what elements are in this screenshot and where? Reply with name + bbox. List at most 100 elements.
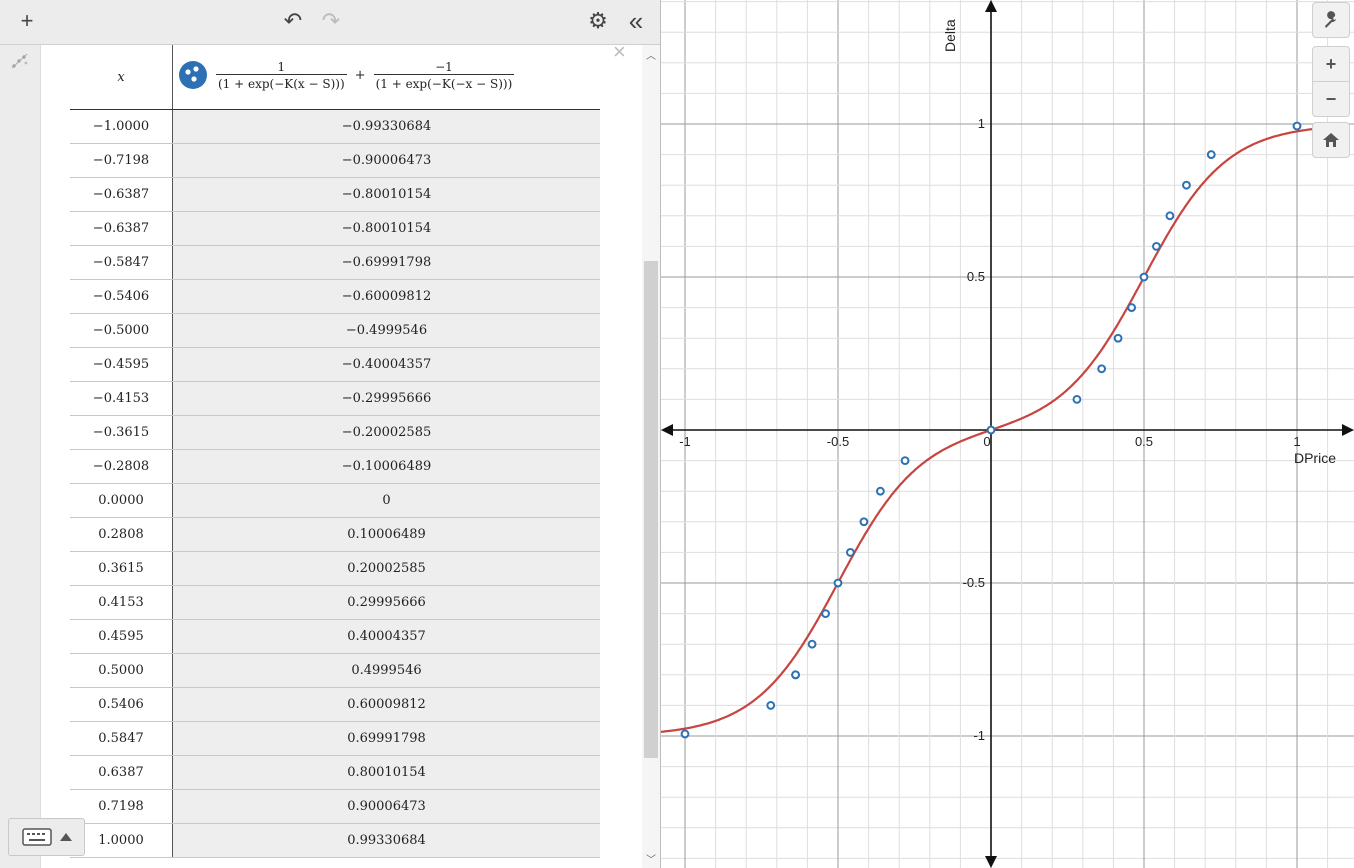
x-cell[interactable]: −0.5406 xyxy=(70,279,173,314)
x-cell[interactable]: −0.2808 xyxy=(70,449,173,484)
y-cell: −0.60009812 xyxy=(172,279,600,314)
data-point[interactable] xyxy=(791,670,800,680)
collapse-panel-icon[interactable]: « xyxy=(622,6,650,36)
data-point[interactable] xyxy=(766,701,776,710)
x-cell[interactable]: −0.4595 xyxy=(70,347,173,382)
zoom-out-button[interactable]: − xyxy=(1312,81,1350,117)
graph-settings-button[interactable] xyxy=(1312,2,1350,38)
y-cell: −0.90006473 xyxy=(172,143,600,178)
add-item-icon[interactable]: + xyxy=(12,6,42,36)
table-row: 0.5000 0.4999546 xyxy=(70,653,600,688)
data-point[interactable] xyxy=(807,639,817,649)
x-cell[interactable]: −1.0000 xyxy=(70,109,173,144)
x-cell[interactable]: −0.5000 xyxy=(70,313,173,348)
panel-scrollbar[interactable]: ︿ ﹀ xyxy=(642,45,660,868)
panel-toolbar: + ↶ ↷ ⚙ « xyxy=(0,0,660,45)
data-point[interactable] xyxy=(900,456,910,466)
data-point[interactable] xyxy=(821,609,830,619)
data-point[interactable] xyxy=(1152,241,1161,251)
y-column-header[interactable]: 1 (1 + exp(−K(x − S))) + −1 (1 + exp(−K(−x… xyxy=(172,45,600,110)
scrollbar-thumb[interactable] xyxy=(644,261,658,758)
x-cell[interactable]: 0.6387 xyxy=(70,755,173,790)
row-gutter xyxy=(0,45,41,868)
x-cell[interactable]: 0.7198 xyxy=(70,789,173,824)
points-style-icon[interactable] xyxy=(178,60,208,90)
x-cell[interactable]: −0.5847 xyxy=(70,245,173,280)
scroll-up-icon[interactable]: ︿ xyxy=(646,47,656,62)
y-cell: 0 xyxy=(172,483,600,518)
y-cell: 0.29995666 xyxy=(172,585,600,620)
x-cell[interactable]: 1.0000 xyxy=(70,823,173,858)
expression-term-1: 1 (1 + exp(−K(x − S))) xyxy=(216,59,347,91)
redo-icon[interactable]: ↷ xyxy=(316,6,346,36)
table-row: 0.5406 0.60009812 xyxy=(70,687,600,722)
x-cell[interactable]: 0.2808 xyxy=(70,517,173,552)
y-cell: 0.20002585 xyxy=(172,551,600,586)
y-tick-label: 1 xyxy=(978,116,985,131)
undo-icon[interactable]: ↶ xyxy=(278,6,308,36)
x-cell[interactable]: 0.5000 xyxy=(70,653,173,688)
x-cell[interactable]: −0.7198 xyxy=(70,143,173,178)
y-cell: −0.69991798 xyxy=(172,245,600,280)
delete-table-icon[interactable]: × xyxy=(613,39,626,65)
y-cell: −0.40004357 xyxy=(172,347,600,382)
sigmoid-curve[interactable] xyxy=(661,125,1350,733)
zoom-in-button[interactable]: + xyxy=(1312,46,1350,82)
data-table: x 1 (1 + exp(−K(x − S))) + −1 (1 + exp(−K(… xyxy=(70,45,600,858)
data-point[interactable] xyxy=(986,425,996,435)
y-cell: −0.80010154 xyxy=(172,211,600,246)
x-cell[interactable]: −0.6387 xyxy=(70,211,173,246)
data-point[interactable] xyxy=(845,548,855,557)
table-area: x 1 (1 + exp(−K(x − S))) + −1 (1 + exp(−K(… xyxy=(40,45,642,868)
y-tick-label: 0.5 xyxy=(967,269,985,284)
data-point[interactable] xyxy=(1165,211,1175,221)
expression-term-2: −1 (1 + exp(−K(−x − S))) xyxy=(373,59,515,91)
data-point[interactable] xyxy=(1127,303,1137,312)
x-tick-label: 0 xyxy=(983,434,990,449)
x-cell[interactable]: 0.5847 xyxy=(70,721,173,756)
x-cell[interactable]: 0.5406 xyxy=(70,687,173,722)
y-cell: −0.29995666 xyxy=(172,381,600,416)
x-cell[interactable]: 0.0000 xyxy=(70,483,173,518)
data-point[interactable] xyxy=(1292,121,1302,131)
table-row: 0.4595 0.40004357 xyxy=(70,619,600,654)
data-point[interactable] xyxy=(1182,180,1191,190)
keyboard-icon xyxy=(21,828,52,846)
x-cell[interactable]: −0.3615 xyxy=(70,415,173,450)
x-tick-label: 0.5 xyxy=(1135,434,1153,449)
graph-canvas[interactable]: -1 -0.5 0 0.5 1 1 0.5 -0.5 -1 DPrice Delta xyxy=(661,0,1354,868)
x-cell[interactable]: −0.6387 xyxy=(70,177,173,212)
table-row: 0.2808 0.10006489 xyxy=(70,517,600,552)
scroll-down-icon[interactable]: ﹀ xyxy=(646,851,656,866)
y-cell: 0.40004357 xyxy=(172,619,600,654)
data-point[interactable] xyxy=(680,729,690,739)
x-cell[interactable]: −0.4153 xyxy=(70,381,173,416)
data-point[interactable] xyxy=(1113,333,1123,343)
x-axis-label: DPrice xyxy=(1294,450,1336,466)
x-cell[interactable]: 0.4595 xyxy=(70,619,173,654)
data-point[interactable] xyxy=(1139,272,1149,282)
zoom-home-button[interactable] xyxy=(1312,122,1350,158)
plus-sign: + xyxy=(354,67,366,83)
data-point[interactable] xyxy=(833,578,843,588)
table-regression-icon[interactable] xyxy=(10,51,30,71)
data-point[interactable] xyxy=(1097,364,1107,374)
settings-gear-icon[interactable]: ⚙ xyxy=(584,6,612,36)
table-row: −0.7198 −0.90006473 xyxy=(70,143,600,178)
data-point[interactable] xyxy=(1072,394,1082,404)
table-row: 0.0000 0 xyxy=(70,483,600,518)
table-row: −0.6387 −0.80010154 xyxy=(70,211,600,246)
y-cell: −0.99330684 xyxy=(172,109,600,144)
keyboard-toggle-button[interactable] xyxy=(8,818,85,856)
data-point[interactable] xyxy=(859,517,869,527)
x-column-header[interactable]: x xyxy=(70,45,173,110)
y-cell: 0.80010154 xyxy=(172,755,600,790)
y-cell: −0.80010154 xyxy=(172,177,600,212)
data-point[interactable] xyxy=(1206,150,1216,159)
x-cell[interactable]: 0.4153 xyxy=(70,585,173,620)
y-tick-label: -0.5 xyxy=(963,575,985,590)
expression-panel: + ↶ ↷ ⚙ « x 1 (1 + exp(−K(x − S))) + −1 … xyxy=(0,0,661,868)
data-point[interactable] xyxy=(875,486,885,496)
x-cell[interactable]: 0.3615 xyxy=(70,551,173,586)
wrench-icon xyxy=(1325,11,1336,28)
